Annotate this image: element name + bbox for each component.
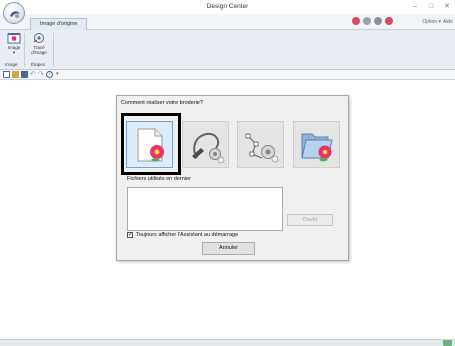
ribbon-separator [53, 33, 54, 67]
image-load-icon [7, 32, 21, 44]
option-trace-outline[interactable] [182, 121, 229, 168]
option-label: Option [422, 19, 438, 25]
selection-highlight-frame [121, 113, 181, 175]
dialog-title: Comment réaliser votre broderie? [121, 100, 203, 106]
maximize-button[interactable]: □ [425, 2, 437, 11]
status-indicator-icon[interactable] [443, 340, 452, 346]
chevron-down-icon: ▾ [438, 19, 441, 25]
open-folder-icon[interactable] [12, 71, 19, 78]
title-bar: Design Center – □ ✕ [0, 0, 455, 14]
grid-icon[interactable] [374, 17, 382, 25]
option-menu[interactable]: Option ▾ [422, 19, 441, 25]
new-file-icon[interactable] [3, 71, 10, 78]
redo-icon[interactable]: ↷ [38, 71, 45, 78]
help-menu[interactable]: Aide [443, 19, 453, 25]
close-button[interactable]: ✕ [441, 2, 453, 11]
minimize-button[interactable]: – [409, 2, 421, 11]
group-label-image: Image [5, 62, 18, 67]
quick-access-toolbar: ↶ ↷ ? ▾ [0, 70, 455, 80]
trace-image-icon [32, 32, 46, 44]
help-icon[interactable]: ? [46, 71, 53, 78]
qat-customize-icon[interactable]: ▾ [56, 71, 63, 78]
ribbon-tab-bar: Image d'origine Option ▾ Aide [0, 14, 455, 30]
quick-icons [352, 17, 393, 25]
status-bar [0, 339, 455, 346]
ribbon-separator [24, 33, 25, 67]
node-gear-icon [245, 133, 279, 163]
show-wizard-label: Toujours afficher l'Assistant au démarra… [136, 232, 239, 238]
image-button[interactable]: Image ▾ [4, 32, 24, 60]
app-logo-icon [10, 11, 20, 18]
save-icon[interactable] [21, 71, 28, 78]
trace-button-line2: d'image [31, 50, 47, 55]
option-line-image[interactable] [237, 121, 284, 168]
tab-image-origine[interactable]: Image d'origine [30, 18, 88, 30]
recent-files-list[interactable] [127, 187, 283, 231]
group-label-steps: Étapes [31, 62, 46, 67]
trace-image-button[interactable]: Tracé d'image [28, 32, 50, 60]
folder-flower-icon [301, 133, 333, 162]
hand-trace-icon [192, 132, 225, 164]
cancel-button[interactable]: Annuler [202, 242, 255, 255]
show-wizard-checkbox[interactable]: ✓ [127, 232, 133, 238]
application-menu-button[interactable] [3, 2, 25, 24]
recent-files-label: Fichiers utilisés en dernier [127, 176, 191, 182]
flower-icon[interactable] [352, 17, 360, 25]
flower-alt-icon[interactable] [385, 17, 393, 25]
image-button-arrow: ▾ [12, 50, 16, 55]
option-open-file[interactable] [293, 121, 340, 168]
open-button[interactable]: Ouvrir [287, 214, 333, 226]
gear-icon[interactable] [363, 17, 371, 25]
window-title: Design Center [206, 3, 249, 10]
ribbon-panel: Image ▾ Tracé d'image Image Étapes [0, 30, 455, 70]
undo-icon[interactable]: ↶ [30, 71, 37, 78]
